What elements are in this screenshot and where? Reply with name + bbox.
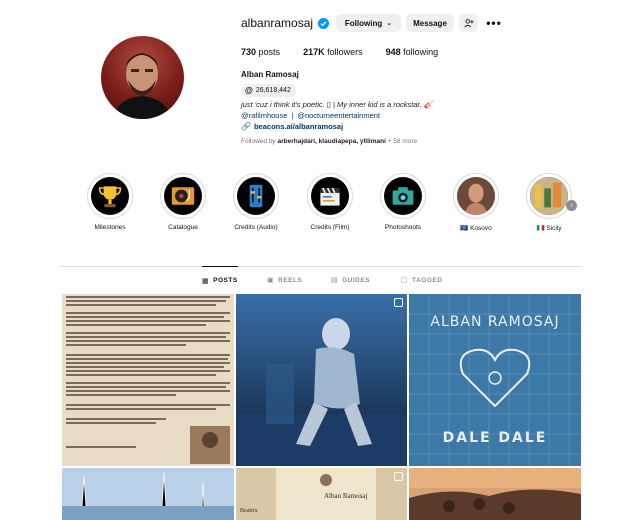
profile-header-row: albanramosaj: [241, 14, 330, 32]
mention-link[interactable]: @rafilmhouse: [241, 111, 287, 120]
post-thumbnail[interactable]: [62, 294, 234, 466]
turntable-icon: [171, 187, 195, 205]
followed-by[interactable]: Followed by arberhajdari, klaudiapepa, y…: [241, 138, 417, 145]
post-book-author: Alban Ramosaj: [324, 492, 368, 500]
post-thumbnail[interactable]: Alban Ramosaj Beatrix: [236, 468, 407, 520]
mixer-icon: [249, 184, 263, 208]
tab-guides[interactable]: ▤ GUIDES: [331, 266, 370, 294]
more-horizontal-icon[interactable]: •••: [486, 14, 502, 32]
post-thumbnail[interactable]: [236, 294, 407, 466]
profile-tabs: ▦ POSTS ▣ REELS ▤ GUIDES ▢ TAGGED: [61, 266, 582, 294]
website-link[interactable]: 🔗 beacons.ai/albanramosaj: [241, 122, 343, 131]
profile-stats: 730 posts 217K followers 948 following: [241, 47, 461, 57]
tab-tagged[interactable]: ▢ TAGGED: [401, 266, 442, 294]
highlight-credits-film[interactable]: Credits (Film): [300, 173, 360, 231]
highlight-kosovo[interactable]: 🇽🇰 Kosovo: [446, 173, 506, 232]
highlight-milestones[interactable]: Milestones: [80, 173, 140, 231]
following-link[interactable]: 948 following: [386, 47, 439, 57]
verified-badge-icon: [318, 17, 330, 29]
post-sunset-image: [409, 468, 581, 520]
bio-text: just 'cuz i think it's poetic. ▯ | My in…: [241, 100, 434, 109]
highlight-catalogue[interactable]: Catalogue: [153, 173, 213, 231]
photo-thumbnail: [530, 177, 568, 215]
link-icon: 🔗: [241, 122, 251, 131]
add-user-icon: [463, 19, 474, 28]
camera-icon: [392, 187, 414, 205]
following-button[interactable]: Following ⌄: [336, 14, 401, 32]
website-label: beacons.ai/albanramosaj: [253, 122, 344, 131]
post-book-image: [236, 468, 407, 520]
post-book-side-label: Beatrix: [240, 508, 258, 514]
photo-thumbnail: [457, 177, 495, 215]
suggested-users-button[interactable]: [459, 14, 478, 32]
threads-icon: @: [245, 86, 253, 95]
post-blueprint-subtitle: DALE DALE: [442, 430, 548, 446]
post-blueprint-title: ALBAN RAMOSAJ: [430, 314, 560, 330]
trophy-icon: [98, 186, 122, 208]
clapperboard-icon: [320, 187, 340, 206]
profile-avatar[interactable]: [101, 36, 184, 119]
bio-mentions: @rafilmhouse | @nocturneentertainment: [241, 111, 384, 120]
highlight-credits-audio[interactable]: Credits (Audio): [226, 173, 286, 231]
message-button-label: Message: [413, 18, 447, 28]
message-button[interactable]: Message: [406, 14, 454, 32]
reels-icon: ▣: [267, 277, 275, 284]
chevron-down-icon: ⌄: [386, 20, 393, 27]
tab-posts[interactable]: ▦ POSTS: [202, 266, 238, 294]
post-text-document-image: [62, 294, 234, 466]
post-thumbnail[interactable]: [62, 468, 234, 520]
followers-link[interactable]: 217K followers: [303, 47, 363, 57]
chevron-right-icon[interactable]: ›: [566, 200, 577, 211]
threads-count: 26,618,442: [255, 87, 291, 94]
tab-reels[interactable]: ▣ REELS: [267, 266, 302, 294]
post-harbour-image: [62, 468, 234, 520]
tagged-icon: ▢: [401, 277, 409, 284]
full-name: Alban Ramosaj: [241, 70, 299, 79]
mention-separator: |: [291, 111, 294, 120]
grid-icon: ▦: [202, 277, 210, 285]
highlight-photoshoots[interactable]: Photoshoots: [373, 173, 433, 231]
mention-link[interactable]: @nocturneentertainment: [297, 111, 380, 120]
following-button-label: Following: [344, 18, 383, 28]
username: albanramosaj: [241, 16, 314, 30]
post-robot-image: [236, 294, 407, 466]
post-thumbnail[interactable]: ALBAN RAMOSAJ DALE DALE: [409, 294, 581, 466]
post-thumbnail[interactable]: [409, 468, 581, 520]
threads-badge[interactable]: @ 26,618,442: [241, 84, 296, 97]
reel-badge-icon: [394, 298, 403, 307]
reel-badge-icon: [394, 472, 403, 481]
guides-icon: ▤: [331, 277, 339, 284]
posts-count: 730 posts: [241, 47, 281, 57]
avatar-photo: [113, 53, 171, 119]
